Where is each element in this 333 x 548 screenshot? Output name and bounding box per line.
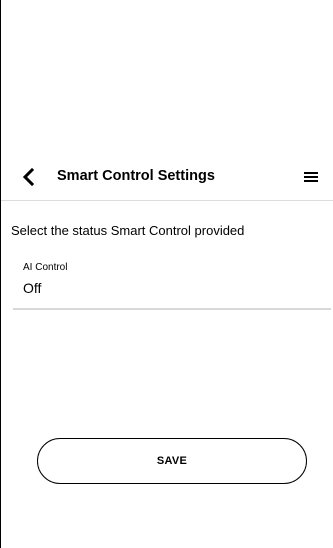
top-app-bar: Smart Control Settings	[1, 153, 333, 201]
instruction-text: Select the status Smart Control provided	[11, 223, 245, 238]
page-title: Smart Control Settings	[57, 168, 215, 184]
hamburger-menu-icon	[304, 172, 318, 182]
ai-control-value: Off	[23, 280, 42, 296]
back-button[interactable]	[17, 165, 41, 189]
ai-control-select[interactable]: AI Control Off	[13, 258, 331, 310]
save-button[interactable]: SAVE	[37, 438, 307, 484]
ai-control-label: AI Control	[23, 262, 68, 273]
menu-button[interactable]	[299, 165, 323, 189]
chevron-left-icon	[22, 168, 35, 186]
app-screen: Smart Control Settings Select the status…	[0, 0, 333, 548]
